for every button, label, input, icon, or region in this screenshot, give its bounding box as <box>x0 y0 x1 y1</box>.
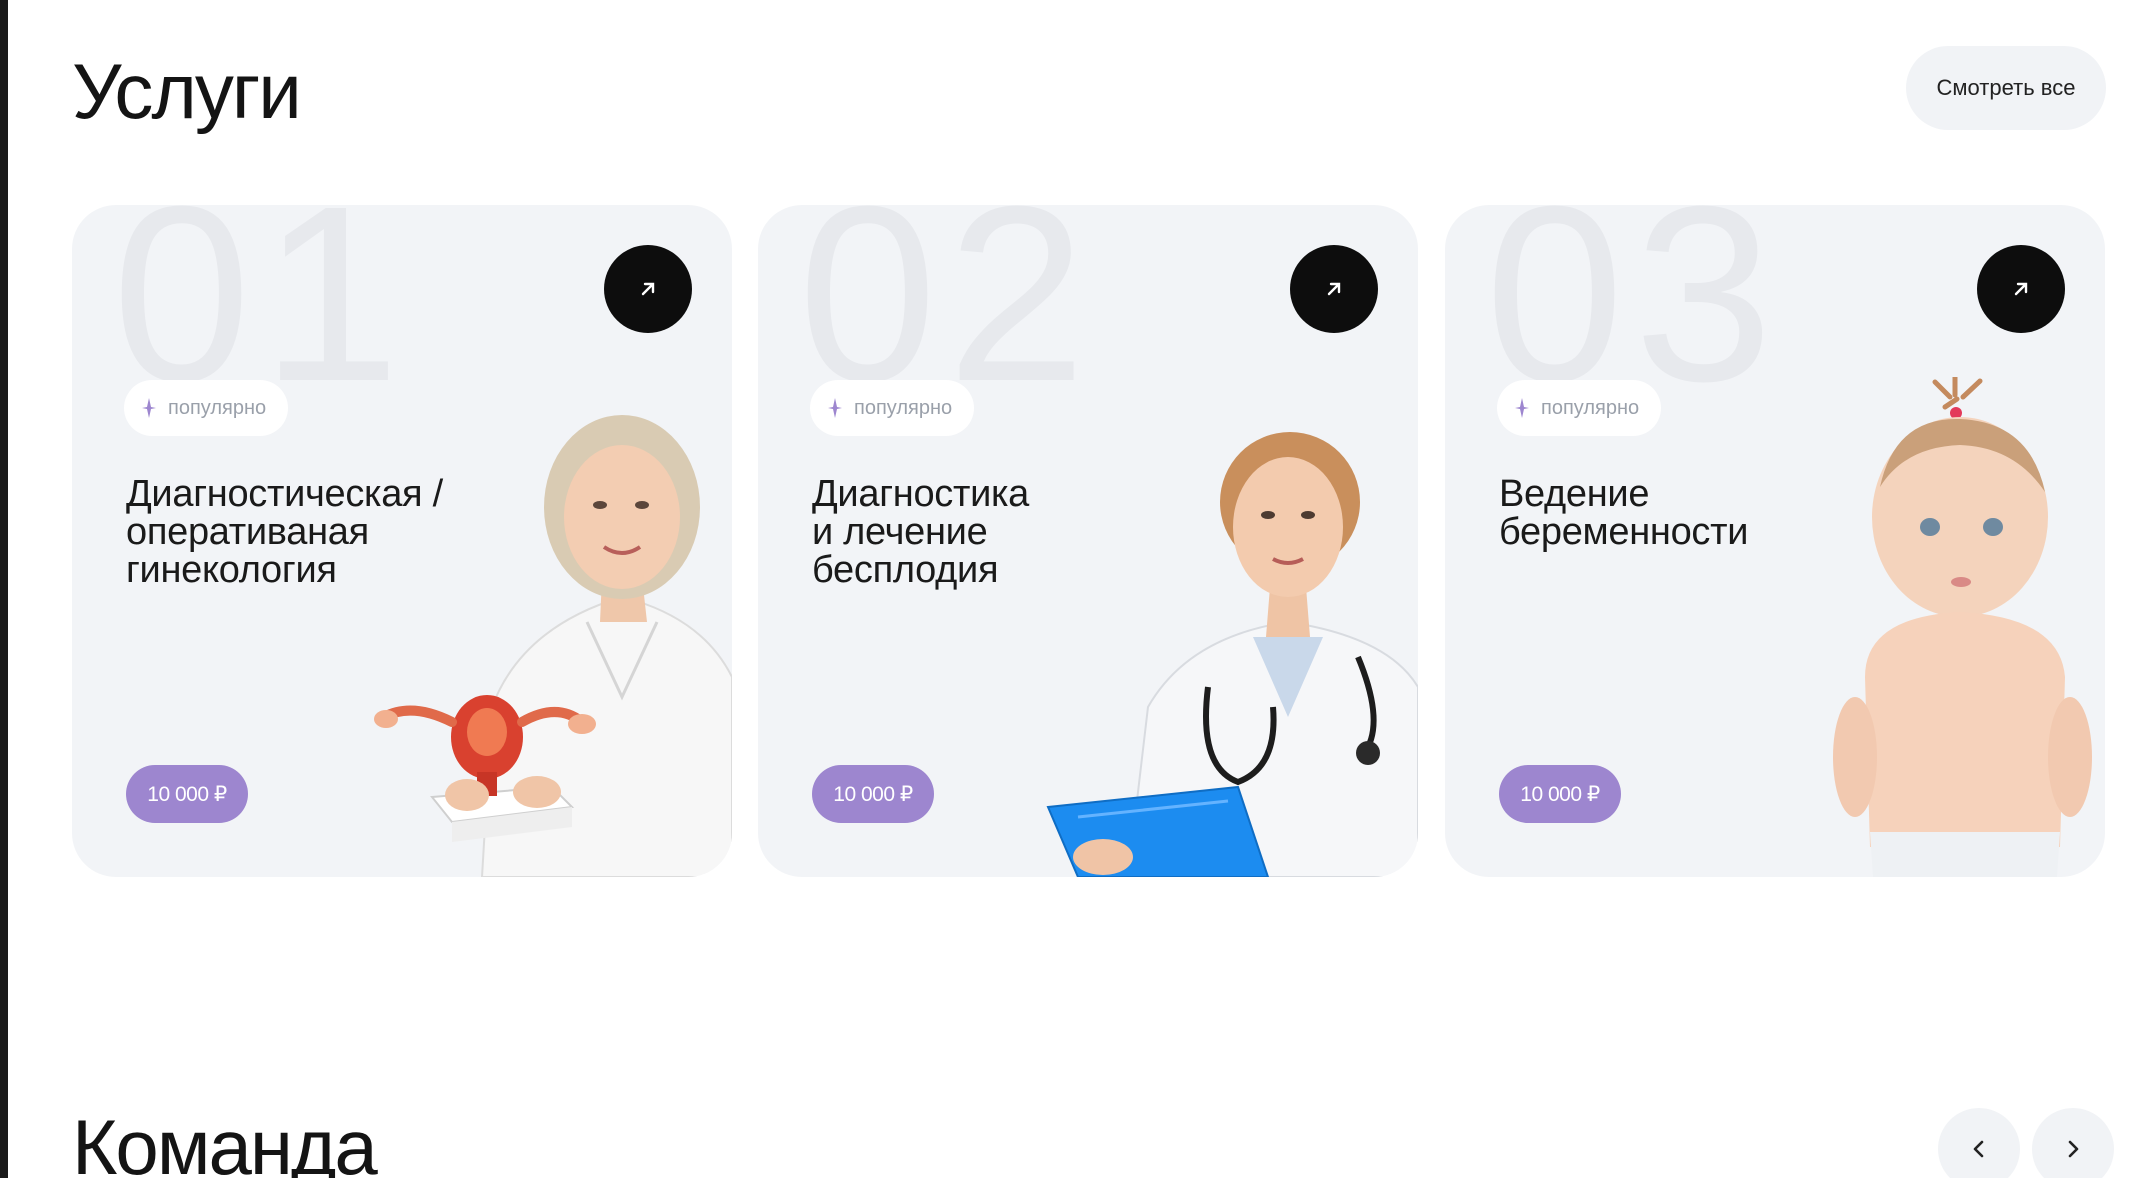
card-open-button[interactable] <box>604 245 692 333</box>
price-badge[interactable]: 10 000 ₽ <box>812 765 934 823</box>
team-section-title: Команда <box>72 1103 378 1178</box>
window-edge <box>0 0 8 1178</box>
doctor-with-clipboard-image <box>1046 432 1418 877</box>
service-card-gynecology[interactable]: 01 популярно Диагностическая / оператива… <box>72 205 732 877</box>
chevron-left-icon <box>1973 1140 1984 1158</box>
view-all-button[interactable]: Смотреть все <box>1906 46 2106 130</box>
card-open-button[interactable] <box>1977 245 2065 333</box>
card-title: Ведение беременности <box>1499 473 1749 553</box>
arrow-up-right-icon <box>1327 282 1341 296</box>
services-section-title: Услуги <box>72 47 302 135</box>
arrow-up-right-icon <box>2014 282 2028 296</box>
price-badge[interactable]: 10 000 ₽ <box>1499 765 1621 823</box>
card-open-button[interactable] <box>1290 245 1378 333</box>
sparkle-icon <box>142 398 156 418</box>
carousel-next-button[interactable] <box>2032 1108 2114 1178</box>
doctor-with-uterus-model-image <box>374 415 732 877</box>
carousel-prev-button[interactable] <box>1938 1108 2020 1178</box>
service-card-infertility[interactable]: 02 популярно Диагностика и лечение беспл… <box>758 205 1418 877</box>
arrow-up-right-icon <box>641 282 655 296</box>
service-card-pregnancy[interactable]: 03 популярно Ведение беременности 10 000… <box>1445 205 2105 877</box>
chevron-right-icon <box>2068 1140 2079 1158</box>
popular-badge: популярно <box>124 380 289 436</box>
baby-image <box>1833 377 2092 877</box>
sparkle-icon <box>828 398 842 418</box>
price-badge[interactable]: 10 000 ₽ <box>126 765 248 823</box>
badge-label: популярно <box>854 396 953 419</box>
sparkle-icon <box>1515 398 1529 418</box>
popular-badge: популярно <box>810 380 975 436</box>
badge-label: популярно <box>1541 396 1640 419</box>
popular-badge: популярно <box>1497 380 1662 436</box>
badge-label: популярно <box>168 396 267 419</box>
